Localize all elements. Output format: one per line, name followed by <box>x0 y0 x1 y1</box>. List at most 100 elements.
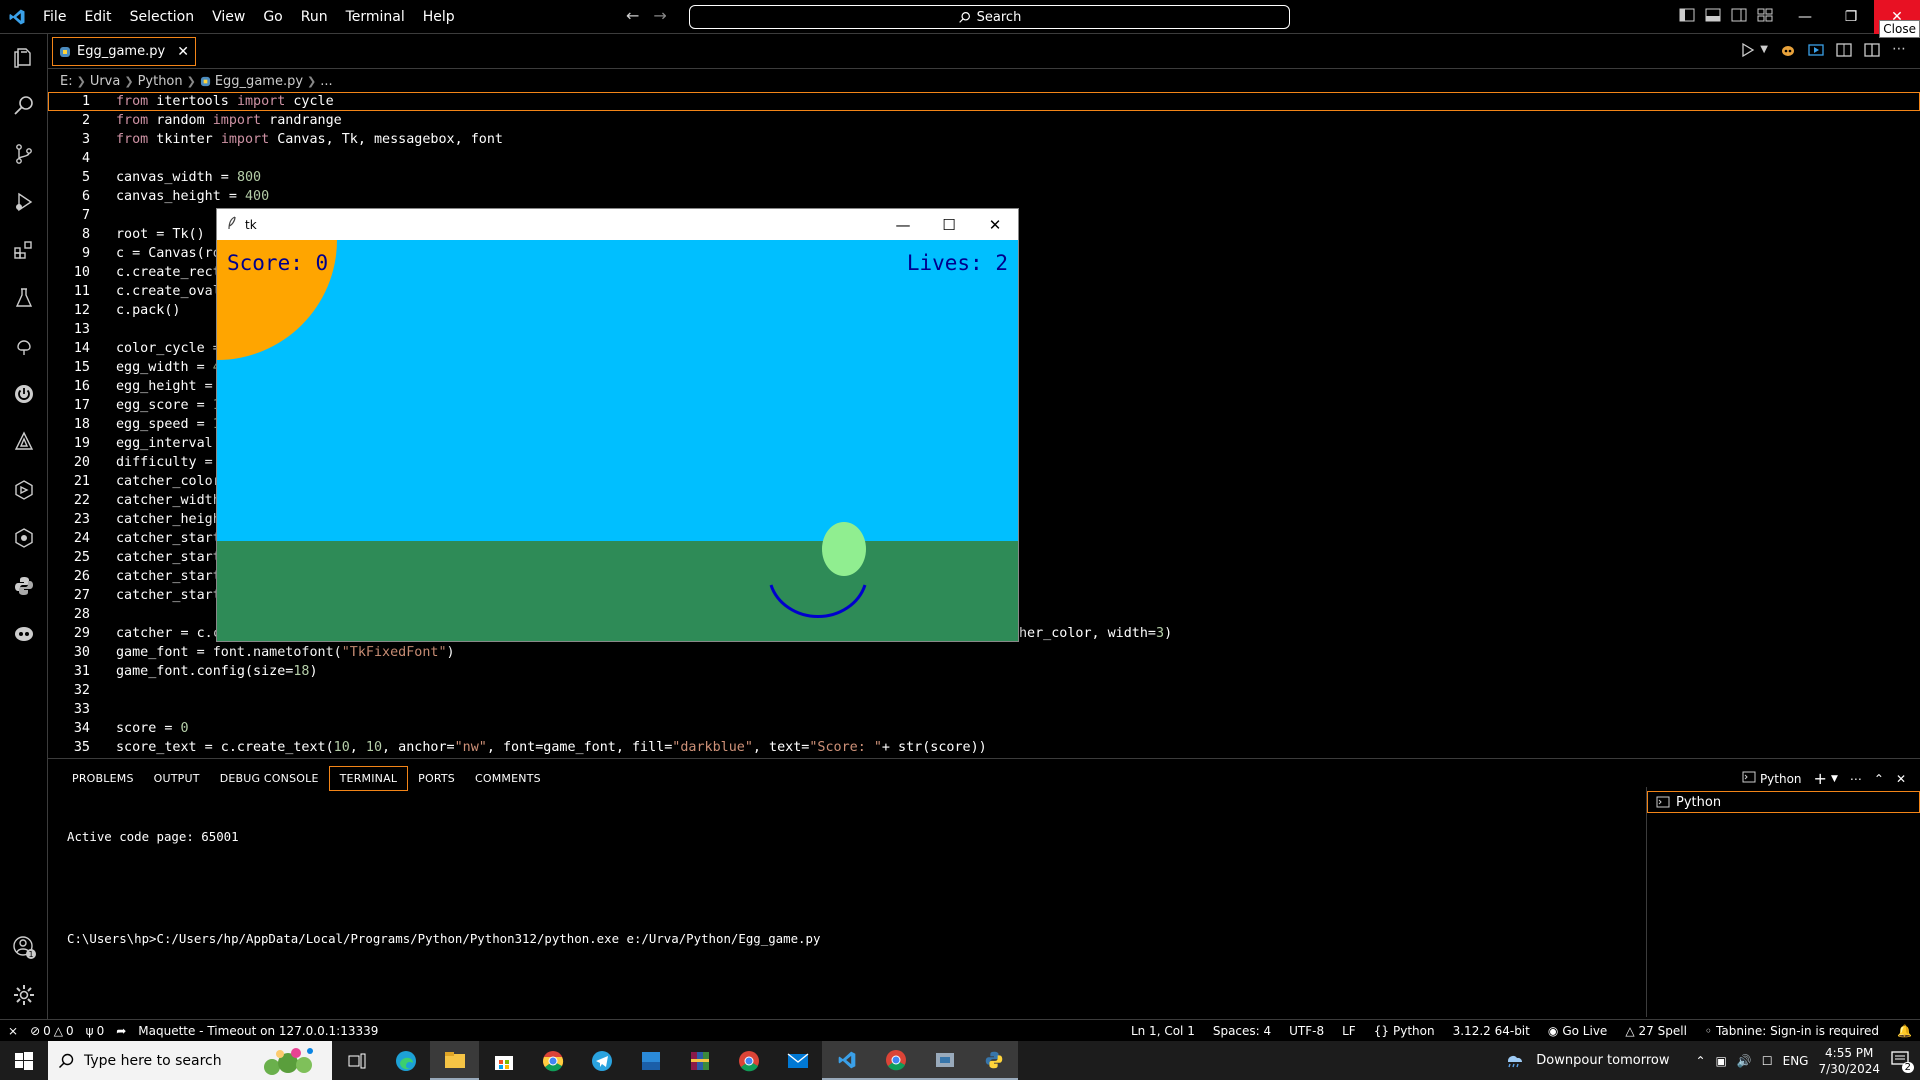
toggle-secondary-sidebar-icon[interactable] <box>1730 6 1748 24</box>
code-line[interactable]: 2 from random import randrange <box>48 111 1920 130</box>
run-python-icon[interactable] <box>1740 42 1756 62</box>
meet-now-icon[interactable]: ☐ <box>1762 1054 1773 1068</box>
notifications-icon[interactable]: 2 <box>1890 1050 1914 1073</box>
tab-ports[interactable]: PORTS <box>408 767 465 790</box>
code-line[interactable]: 31 game_font.config(size=18) <box>48 662 1920 681</box>
task-view-icon[interactable] <box>332 1041 381 1080</box>
breadcrumb-drive[interactable]: E: <box>60 74 73 89</box>
telegram-icon[interactable] <box>577 1041 626 1080</box>
accounts-icon[interactable]: 1 <box>0 923 48 971</box>
remote-explorer-icon[interactable] <box>0 322 48 370</box>
live-preview-icon[interactable] <box>1808 42 1824 62</box>
edge-browser-icon[interactable] <box>381 1041 430 1080</box>
back-arrow-icon[interactable]: ← <box>626 6 639 25</box>
notifications-bell-icon[interactable]: 🔔 <box>1897 1024 1912 1038</box>
toggle-panel-icon[interactable] <box>1704 6 1722 24</box>
forward-arrow-icon[interactable]: → <box>653 6 666 25</box>
menu-file[interactable]: File <box>34 5 75 29</box>
interpreter[interactable]: 3.12.2 64-bit <box>1453 1024 1530 1038</box>
mail-icon[interactable] <box>773 1041 822 1080</box>
problems-status[interactable]: ⊘ 0 △ 0 <box>30 1024 74 1038</box>
live-share-icon[interactable]: ➦ <box>116 1024 126 1038</box>
remote-icon[interactable]: ⨯ <box>8 1024 18 1038</box>
search-icon[interactable] <box>0 82 48 130</box>
breadcrumb-urva[interactable]: Urva <box>90 74 121 89</box>
encoding[interactable]: UTF-8 <box>1289 1024 1324 1038</box>
maximize-panel-icon[interactable]: ⌃ <box>1874 772 1884 786</box>
close-panel-icon[interactable]: ✕ <box>1896 772 1906 786</box>
tk-close-icon[interactable]: ✕ <box>972 209 1018 240</box>
eol[interactable]: LF <box>1342 1024 1356 1038</box>
copilot-icon[interactable] <box>1780 42 1796 62</box>
weather-label[interactable]: Downpour tomorrow <box>1536 1053 1669 1068</box>
indentation[interactable]: Spaces: 4 <box>1213 1024 1271 1038</box>
tab-egg-game[interactable]: Egg_game.py ✕ <box>52 37 196 66</box>
code-line[interactable]: 4 <box>48 149 1920 168</box>
language-indicator[interactable]: ENG <box>1783 1054 1809 1068</box>
run-debug-icon[interactable] <box>0 178 48 226</box>
python-icon[interactable] <box>0 562 48 610</box>
command-center-search[interactable]: Search <box>689 5 1290 29</box>
code-line[interactable]: 34 score = 0 <box>48 719 1920 738</box>
extensions-icon[interactable] <box>0 226 48 274</box>
python-taskbar-icon[interactable] <box>969 1041 1018 1080</box>
chrome-icon[interactable] <box>724 1041 773 1080</box>
open-preview-icon[interactable] <box>1836 42 1852 62</box>
toggle-primary-sidebar-icon[interactable] <box>1678 6 1696 24</box>
cursor-position[interactable]: Ln 1, Col 1 <box>1131 1024 1195 1038</box>
code-line[interactable]: 3 from tkinter import Canvas, Tk, message… <box>48 130 1920 149</box>
code-line[interactable]: 5 canvas_width = 800 <box>48 168 1920 187</box>
code-line[interactable]: 33 <box>48 700 1920 719</box>
new-terminal-icon[interactable]: + <box>1814 769 1827 788</box>
terminal-list-item[interactable]: Python <box>1647 791 1920 813</box>
explorer-icon[interactable] <box>0 34 48 82</box>
chrome-profile-icon[interactable] <box>871 1041 920 1080</box>
taskbar-search[interactable]: Type here to search <box>48 1041 332 1080</box>
chrome-icon[interactable] <box>528 1041 577 1080</box>
code-line[interactable]: 1 from itertools import cycle <box>48 92 1920 111</box>
tabnine-status[interactable]: ◦ Tabnine: Sign-in is required <box>1705 1024 1879 1038</box>
customize-layout-icon[interactable] <box>1756 6 1774 24</box>
volume-icon[interactable]: 🔊 <box>1737 1054 1752 1068</box>
weather-icon[interactable] <box>1504 1049 1526 1072</box>
split-editor-icon[interactable] <box>1864 42 1880 62</box>
robot-icon[interactable] <box>0 610 48 658</box>
python-launcher-icon[interactable] <box>920 1041 969 1080</box>
breadcrumb-symbol[interactable]: ... <box>320 74 332 89</box>
blue-app-icon[interactable] <box>626 1041 675 1080</box>
breadcrumb-python[interactable]: Python <box>138 74 183 89</box>
file-explorer-icon[interactable] <box>430 1041 479 1080</box>
chevron-down-icon[interactable]: ▼ <box>1760 42 1768 62</box>
network-icon[interactable]: ▣ <box>1716 1054 1727 1068</box>
chevron-down-icon[interactable]: ▼ <box>1831 774 1838 784</box>
windows-start-icon[interactable] <box>0 1041 48 1080</box>
minimize-icon[interactable]: — <box>1782 0 1828 34</box>
tk-minimize-icon[interactable]: — <box>880 209 926 240</box>
more-actions-icon[interactable]: ⋯ <box>1892 42 1906 62</box>
gear-graph-icon[interactable] <box>0 514 48 562</box>
clock[interactable]: 4:55 PM 7/30/2024 <box>1818 1045 1880 1077</box>
menu-view[interactable]: View <box>203 5 254 29</box>
code-line[interactable]: 32 <box>48 681 1920 700</box>
winrar-icon[interactable] <box>675 1041 724 1080</box>
source-control-icon[interactable] <box>0 130 48 178</box>
shell-label[interactable]: Python <box>1760 772 1802 786</box>
menu-help[interactable]: Help <box>414 5 464 29</box>
menu-selection[interactable]: Selection <box>121 5 204 29</box>
vscode-taskbar-icon[interactable] <box>822 1041 871 1080</box>
code-line[interactable]: 6 canvas_height = 400 <box>48 187 1920 206</box>
breadcrumb-file[interactable]: Egg_game.py <box>215 74 303 89</box>
gear-icon[interactable] <box>0 971 48 1019</box>
tab-output[interactable]: OUTPUT <box>144 767 210 790</box>
go-live[interactable]: ◉ Go Live <box>1548 1024 1607 1038</box>
menu-terminal[interactable]: Terminal <box>337 5 414 29</box>
restore-icon[interactable]: ❐ <box>1828 0 1874 34</box>
tab-terminal[interactable]: TERMINAL <box>328 765 409 791</box>
deploy-icon[interactable] <box>0 418 48 466</box>
cube-icon[interactable] <box>0 466 48 514</box>
spell-status[interactable]: △ 27 Spell <box>1625 1024 1687 1038</box>
maquette-status[interactable]: Maquette - Timeout on 127.0.0.1:13339 <box>138 1024 378 1038</box>
tab-comments[interactable]: COMMENTS <box>465 767 551 790</box>
language-mode[interactable]: {} Python <box>1374 1024 1435 1038</box>
store-icon[interactable] <box>479 1041 528 1080</box>
